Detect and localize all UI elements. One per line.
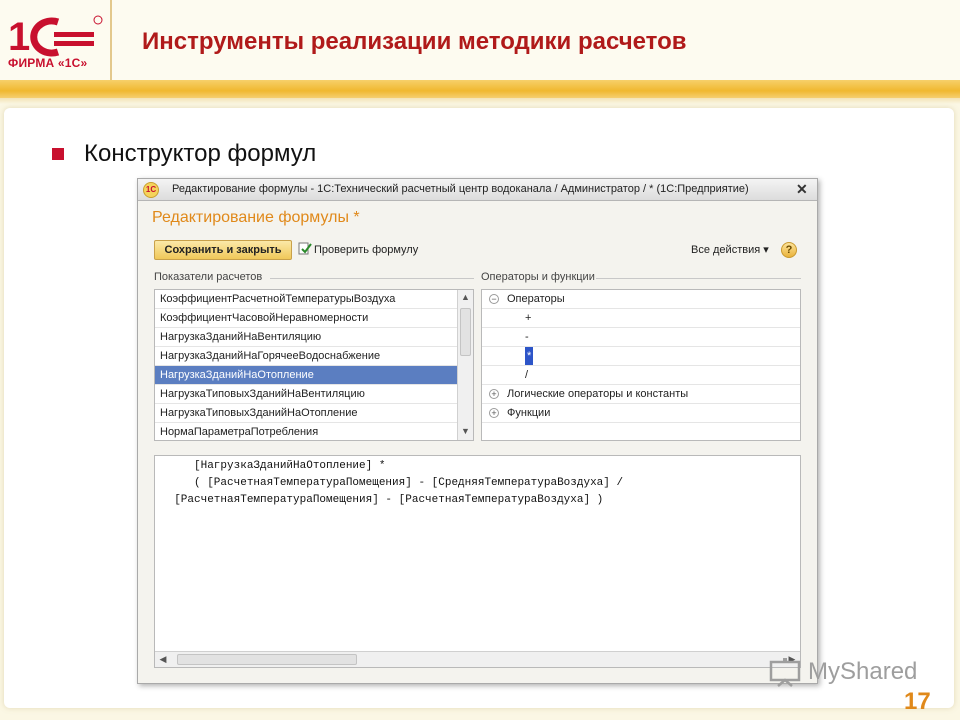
close-icon[interactable]: ✕ [796,181,808,198]
operator-multiply[interactable]: * [482,347,800,366]
scroll-down-icon[interactable]: ▼ [458,424,473,439]
check-formula-button[interactable]: Проверить формулу [298,241,418,259]
expand-icon[interactable]: + [489,408,499,418]
header-shadow [0,98,960,104]
list-scrollbar[interactable]: ▲ ▼ [457,290,473,440]
indicators-list: КоэффициентРасчетнойТемпературыВоздуха К… [154,289,474,441]
formula-code: [НагрузкаЗданийНаОтопление] * ( [Расчетн… [161,458,623,509]
list-item[interactable]: НагрузкаТиповыхЗданийНаОтопление [155,404,457,423]
scroll-left-icon[interactable]: ◀ [155,652,171,667]
operator-divide[interactable]: / [482,366,800,385]
operator-label: / [525,369,529,381]
header-stripe [0,80,960,98]
check-formula-label: Проверить формулу [314,244,419,256]
formula-text-editor[interactable]: [НагрузкаЗданийНаОтопление] * ( [Расчетн… [154,455,801,668]
editor-hscrollbar[interactable]: ◀ ▶ [155,651,800,667]
slide-title: Инструменты реализации методики расчетов [142,28,687,55]
page-number: 17 [904,688,931,715]
form-title: Редактирование формулы * [152,209,360,226]
operators-group-line [596,278,801,279]
formula-line: [РасчетнаяТемператураПомещения] - [Расче… [161,494,604,506]
all-actions-menu[interactable]: Все действия ▾ [691,241,769,259]
operator-label-selected: * [525,347,534,365]
collapse-icon[interactable]: − [489,294,499,304]
help-icon[interactable]: ? [781,242,797,258]
tree-node-label: Функции [507,407,551,419]
logo-box: 1 ФИРМА «1С» [0,0,112,80]
presentation-board-icon [769,658,801,687]
save-and-close-button[interactable]: Сохранить и закрыть [154,240,292,260]
formula-line: [НагрузкаЗданийНаОтопление] * [161,460,386,472]
scroll-thumb[interactable] [460,308,471,356]
slide-header: 1 ФИРМА «1С» Инструменты реализации мето… [0,0,960,80]
indicators-group-line [270,278,474,279]
operators-group-label: Операторы и функции [481,271,595,283]
operators-tree: − Операторы + - * / + Логические операто… [481,289,801,441]
indicators-group-label: Показатели расчетов [154,271,263,283]
operator-label: + [525,312,532,324]
tree-node-logical[interactable]: + Логические операторы и константы [482,385,800,404]
scroll-up-icon[interactable]: ▲ [458,290,473,305]
app-icon: 1C [143,182,159,198]
operator-plus[interactable]: + [482,309,800,328]
svg-text:1: 1 [8,15,30,59]
hscroll-thumb[interactable] [177,654,357,665]
list-item[interactable]: КоэффициентРасчетнойТемпературыВоздуха [155,290,457,309]
list-item[interactable]: НагрузкаЗданийНаВентиляцию [155,328,457,347]
operator-minus[interactable]: - [482,328,800,347]
tree-node-functions[interactable]: + Функции [482,404,800,423]
window-title: Редактирование формулы - 1С:Технический … [172,183,749,195]
tree-node-label: Операторы [507,293,565,305]
logo-caption: ФИРМА «1С» [8,56,88,70]
list-item[interactable]: НагрузкаЗданийНаГорячееВодоснабжение [155,347,457,366]
list-item[interactable]: НагрузкаТиповыхЗданийНаВентиляцию [155,385,457,404]
list-item[interactable]: КоэффициентЧасовойНеравномерности [155,309,457,328]
watermark-text: MyShared [808,658,918,685]
formula-line: ( [РасчетнаяТемператураПомещения] - [Сре… [161,477,624,489]
tree-node-label: Логические операторы и константы [507,388,689,400]
operator-label: - [525,331,529,343]
list-item-selected[interactable]: НагрузкаЗданийНаОтопление [155,366,457,385]
list-item[interactable]: НормаПараметраПотребления [155,423,457,440]
expand-icon[interactable]: + [489,389,499,399]
bullet-text: Конструктор формул [84,140,317,167]
bullet-marker [52,148,64,160]
window-titlebar[interactable]: 1C Редактирование формулы - 1С:Техническ… [138,179,817,201]
check-formula-icon [298,242,312,255]
tree-node-operators[interactable]: − Операторы [482,290,800,309]
formula-editor-window: 1C Редактирование формулы - 1С:Техническ… [137,178,818,684]
